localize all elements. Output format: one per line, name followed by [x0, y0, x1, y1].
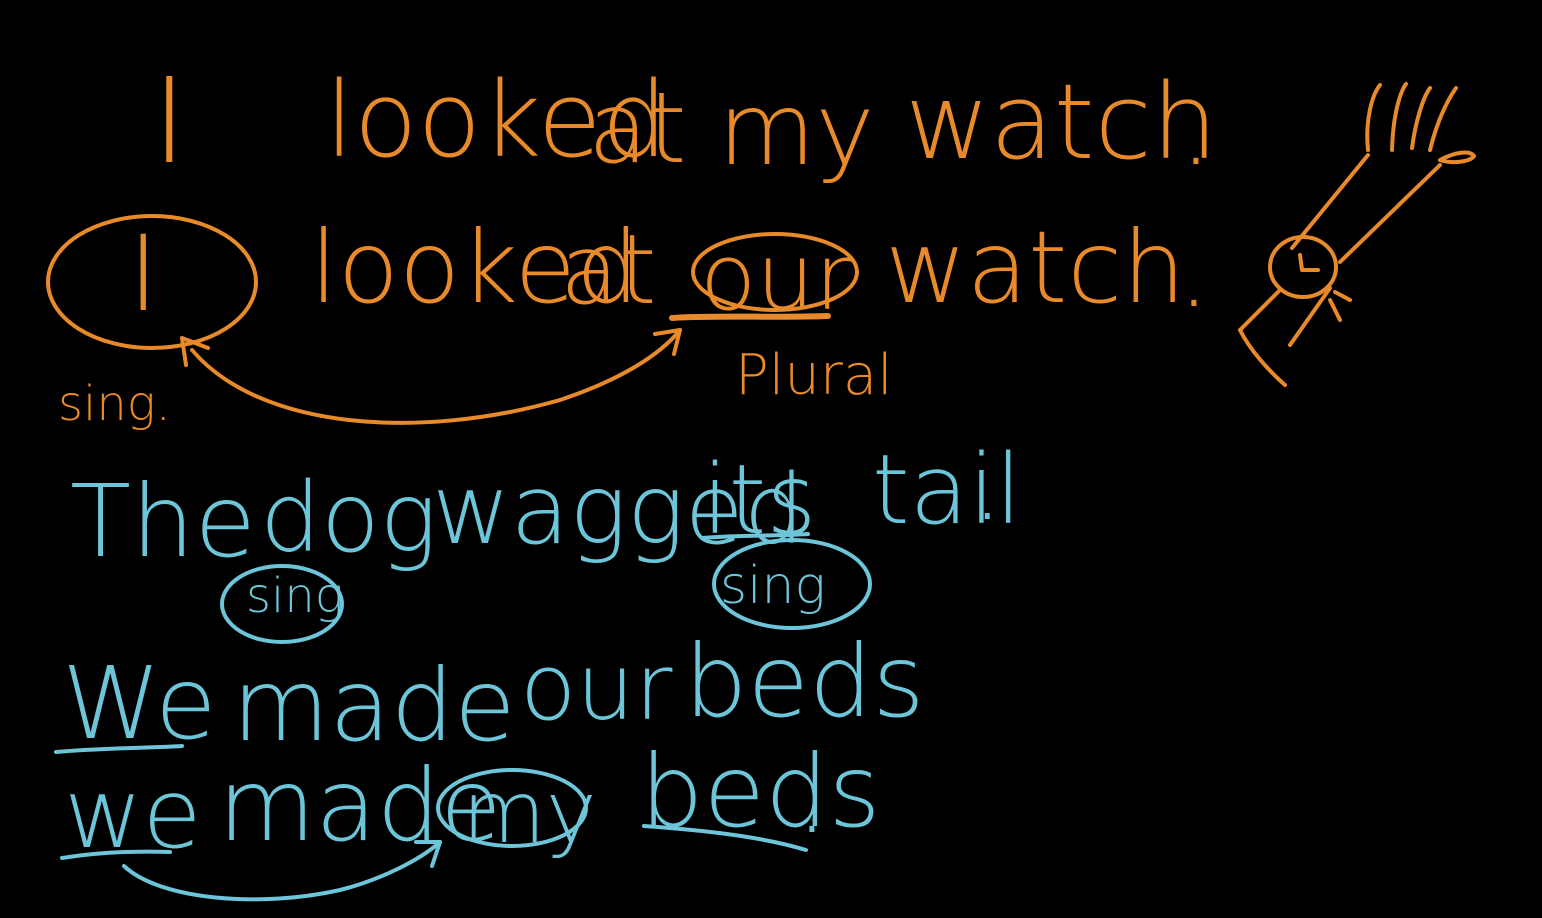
label-sing-its: sing [720, 556, 826, 616]
label-sing: sing. [58, 376, 171, 432]
word-i-line1: I [152, 52, 187, 190]
word-dog: dog [260, 462, 438, 574]
arrowhead-left [180, 336, 210, 367]
word-beds-line5: beds [640, 733, 881, 850]
period-line3: . [972, 430, 1003, 542]
word-the: The [70, 463, 256, 580]
word-our-line2: our [700, 224, 853, 331]
word-i-line2: I [128, 213, 159, 335]
arm-with-watch-sketch [1238, 82, 1476, 387]
word-at-line2: at [560, 214, 657, 326]
label-plural: Plural [735, 343, 893, 408]
period-line2: . [1178, 213, 1210, 330]
word-watch-line1: watch [905, 61, 1218, 183]
word-my-line1: my [718, 71, 875, 188]
connecting-arrow [190, 328, 682, 425]
word-at-line1: at [588, 72, 687, 186]
word-made-line4: made [232, 647, 516, 764]
word-its: its [702, 444, 817, 556]
word-we-line5: we [64, 758, 202, 870]
whiteboard: I looked at my watch . I looked at our w… [0, 0, 1542, 918]
word-our-line4: our [520, 634, 673, 741]
word-we-line4: We [62, 645, 217, 762]
arrowhead-right [653, 328, 682, 356]
period-line1: . [1180, 71, 1212, 188]
word-made-line5: made [218, 747, 502, 864]
label-sing-dog: sing [246, 568, 344, 624]
word-my-line5: my [462, 763, 597, 863]
period-line5: . [796, 739, 828, 856]
word-watch-line2: watch [885, 209, 1186, 326]
word-beds-line4: beds [684, 623, 925, 740]
